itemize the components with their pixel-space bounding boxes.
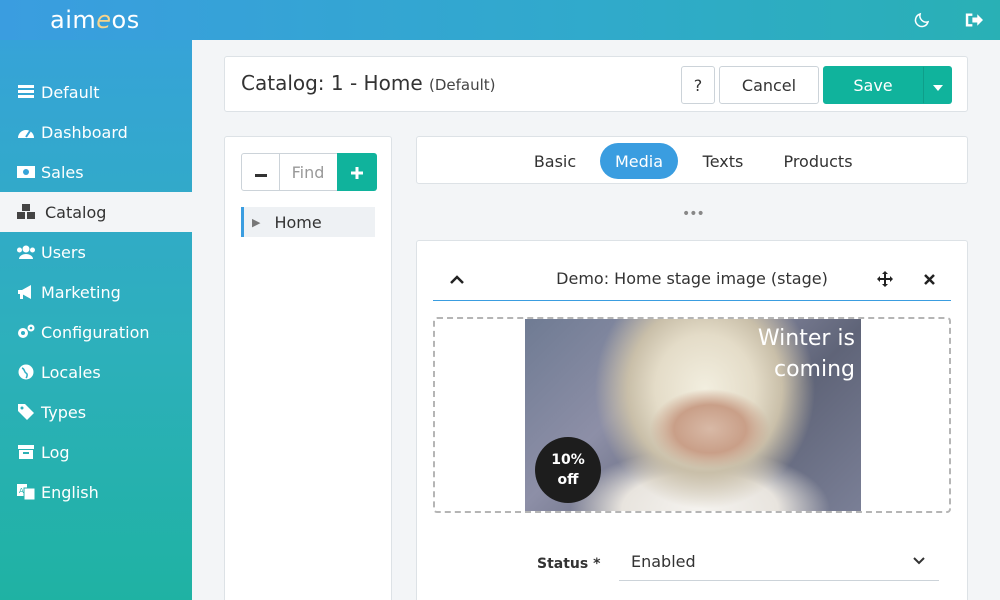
tab-texts[interactable]: Texts: [691, 143, 755, 179]
bullhorn-icon: [16, 284, 36, 300]
sidebar-item-default[interactable]: Default: [0, 72, 192, 112]
tab-products[interactable]: Products: [769, 143, 867, 179]
sidebar-item-label: Configuration: [41, 322, 150, 342]
media-item-title: Demo: Home stage image (stage): [556, 269, 828, 288]
media-item-header: Demo: Home stage image (stage): [433, 257, 951, 301]
close-icon[interactable]: [919, 269, 939, 289]
sidebar-item-label: Users: [41, 242, 86, 262]
expand-triangle-icon[interactable]: ▶: [252, 216, 260, 229]
save-dropdown-button[interactable]: [923, 66, 952, 104]
add-category-button[interactable]: [337, 153, 377, 191]
tree-toolbar: Find: [241, 153, 377, 191]
tab-bar: Basic Media Texts Products: [416, 136, 968, 184]
chevron-down-icon: [913, 553, 925, 569]
tab-basic[interactable]: Basic: [521, 143, 589, 179]
tab-media[interactable]: Media: [600, 143, 678, 179]
page-header: Catalog: 1 - Home (Default) ? Cancel Sav…: [224, 56, 968, 112]
sidebar-item-label: Types: [41, 402, 87, 422]
image-dropzone[interactable]: Winter is coming 10% off: [433, 317, 951, 513]
sidebar-item-english[interactable]: A English: [0, 472, 192, 512]
status-select[interactable]: Enabled: [619, 543, 939, 581]
language-icon: A: [16, 484, 36, 500]
discount-badge: 10% off: [535, 437, 601, 503]
move-icon[interactable]: [875, 269, 895, 289]
cogs-icon: [16, 324, 36, 340]
sidebar: Default Dashboard Sales Catalog Users Ma…: [0, 40, 192, 600]
page-subtitle: (Default): [428, 76, 496, 94]
tree-find-input[interactable]: Find: [280, 154, 336, 190]
svg-text:A: A: [19, 487, 24, 495]
sidebar-item-label: Sales: [41, 162, 84, 182]
help-button[interactable]: ?: [681, 66, 715, 104]
image-caption: Winter is coming: [757, 326, 855, 382]
more-options-icon[interactable]: •••: [682, 206, 705, 222]
cubes-icon: [16, 204, 36, 220]
sidebar-item-locales[interactable]: Locales: [0, 352, 192, 392]
sidebar-item-label: Log: [41, 442, 70, 462]
sidebar-item-label: Catalog: [45, 202, 107, 222]
sidebar-item-label: Locales: [41, 362, 101, 382]
sidebar-item-types[interactable]: Types: [0, 392, 192, 432]
caret-down-icon: [932, 76, 943, 95]
sidebar-item-label: Default: [41, 82, 100, 102]
tree-node-home[interactable]: ▶ Home: [241, 207, 375, 237]
category-tree-panel: Find ▶ Home: [224, 136, 392, 600]
sign-out-icon[interactable]: [962, 8, 986, 32]
archive-icon: [16, 444, 36, 460]
globe-icon: [16, 364, 36, 380]
sidebar-item-catalog[interactable]: Catalog: [0, 192, 192, 232]
plus-icon: [351, 160, 363, 184]
page-title: Catalog: 1 - Home (Default): [241, 71, 496, 95]
tree-node-label: Home: [274, 212, 322, 232]
money-bill-icon: [16, 164, 36, 180]
sidebar-item-marketing[interactable]: Marketing: [0, 272, 192, 312]
status-label: Status *: [537, 556, 601, 572]
sidebar-item-label: English: [41, 482, 99, 502]
sidebar-item-dashboard[interactable]: Dashboard: [0, 112, 192, 152]
collapse-button[interactable]: [242, 154, 280, 190]
gauge-icon: [16, 124, 36, 140]
top-bar: aimeos: [0, 0, 1000, 40]
main-content: Catalog: 1 - Home (Default) ? Cancel Sav…: [192, 40, 1000, 600]
logo[interactable]: aimeos: [50, 6, 140, 34]
sidebar-item-log[interactable]: Log: [0, 432, 192, 472]
server-icon: [16, 84, 36, 100]
sidebar-item-configuration[interactable]: Configuration: [0, 312, 192, 352]
minus-icon: [254, 162, 267, 183]
status-value: Enabled: [631, 552, 696, 571]
save-button[interactable]: Save: [823, 66, 923, 104]
stage-image: Winter is coming 10% off: [525, 319, 861, 511]
sidebar-item-sales[interactable]: Sales: [0, 152, 192, 192]
sidebar-item-label: Dashboard: [41, 122, 128, 142]
cancel-button[interactable]: Cancel: [719, 66, 819, 104]
tag-icon: [16, 404, 36, 420]
media-item-card: Demo: Home stage image (stage) Winter is…: [416, 240, 968, 600]
sidebar-item-users[interactable]: Users: [0, 232, 192, 272]
sidebar-item-label: Marketing: [41, 282, 121, 302]
users-icon: [16, 244, 36, 260]
moon-icon[interactable]: [910, 8, 934, 32]
